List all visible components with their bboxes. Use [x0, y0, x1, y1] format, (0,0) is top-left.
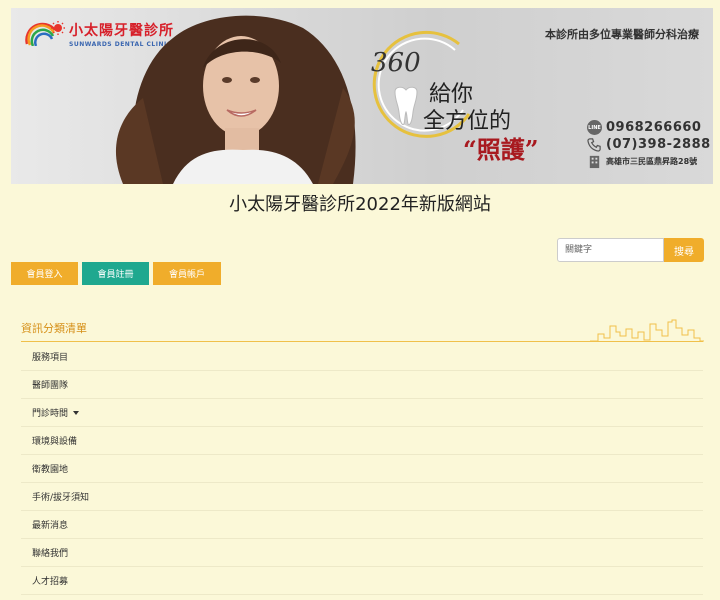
menu-item-label: 環境與設備 — [32, 437, 78, 447]
member-register-button[interactable]: 會員註冊 — [82, 262, 149, 285]
menu-item-services[interactable]: 服務項目 — [21, 343, 703, 371]
clinic-address: 高雄市三民區鼎昇路28號 — [606, 157, 698, 166]
category-heading: 資訊分類清單 — [21, 322, 87, 335]
model-portrait — [115, 15, 356, 184]
menu-item-label: 門診時間 — [32, 409, 69, 419]
slogan-line3: “照護” — [463, 135, 539, 164]
city-skyline-decoration — [590, 319, 704, 342]
menu-item-careers[interactable]: 人才招募 — [21, 567, 703, 595]
clinic-tagline: 本診所由多位專業醫師分科治療 — [545, 28, 699, 41]
menu-item-surgery-notes[interactable]: 手術/拔牙須知 — [21, 483, 703, 511]
page-title: 小太陽牙醫診所2022年新版網站 — [229, 194, 491, 215]
search-input[interactable] — [557, 238, 664, 262]
menu-item-label: 聯絡我們 — [32, 549, 69, 559]
phone-icon — [587, 138, 601, 152]
menu-item-doctors[interactable]: 醫師團隊 — [21, 371, 703, 399]
menu-item-health-education[interactable]: 衛教園地 — [21, 455, 703, 483]
tooth-icon — [394, 86, 418, 125]
member-login-button[interactable]: 會員登入 — [11, 262, 78, 285]
menu-item-label: 衛教園地 — [32, 465, 69, 475]
category-divider — [21, 341, 703, 342]
menu-item-label: 醫師團隊 — [32, 381, 69, 391]
contact-info: LINE 0968266660 (07)398-2888 高雄市三民區鼎昇路28… — [587, 120, 711, 171]
hero-banner: 小太陽牙醫診所 SUNWARDS DENTAL CLINIC 本診所由多位專業醫… — [11, 8, 713, 184]
menu-item-label: 手術/拔牙須知 — [32, 493, 90, 503]
menu-item-label: 服務項目 — [32, 353, 69, 363]
sun-rainbow-logo-icon — [25, 21, 65, 46]
menu-item-label: 人才招募 — [32, 577, 69, 587]
slogan-number: 360 — [371, 48, 421, 78]
phone-number: (07)398-2888 — [606, 137, 711, 152]
menu-item-clinic-hours[interactable]: 門診時間 — [21, 399, 703, 427]
menu-item-contact[interactable]: 聯絡我們 — [21, 539, 703, 567]
line-id: 0968266660 — [606, 120, 702, 135]
category-menu: 服務項目 醫師團隊 門診時間 環境與設備 衛教園地 手術/拔牙須知 最新消息 聯… — [21, 343, 703, 595]
line-app-icon: LINE — [587, 120, 602, 135]
building-icon — [589, 155, 600, 169]
member-account-button[interactable]: 會員帳戶 — [153, 262, 221, 285]
caret-down-icon — [73, 410, 80, 415]
menu-item-news[interactable]: 最新消息 — [21, 511, 703, 539]
search-button[interactable]: 搜尋 — [664, 238, 704, 262]
menu-item-label: 最新消息 — [32, 521, 69, 531]
menu-item-environment[interactable]: 環境與設備 — [21, 427, 703, 455]
